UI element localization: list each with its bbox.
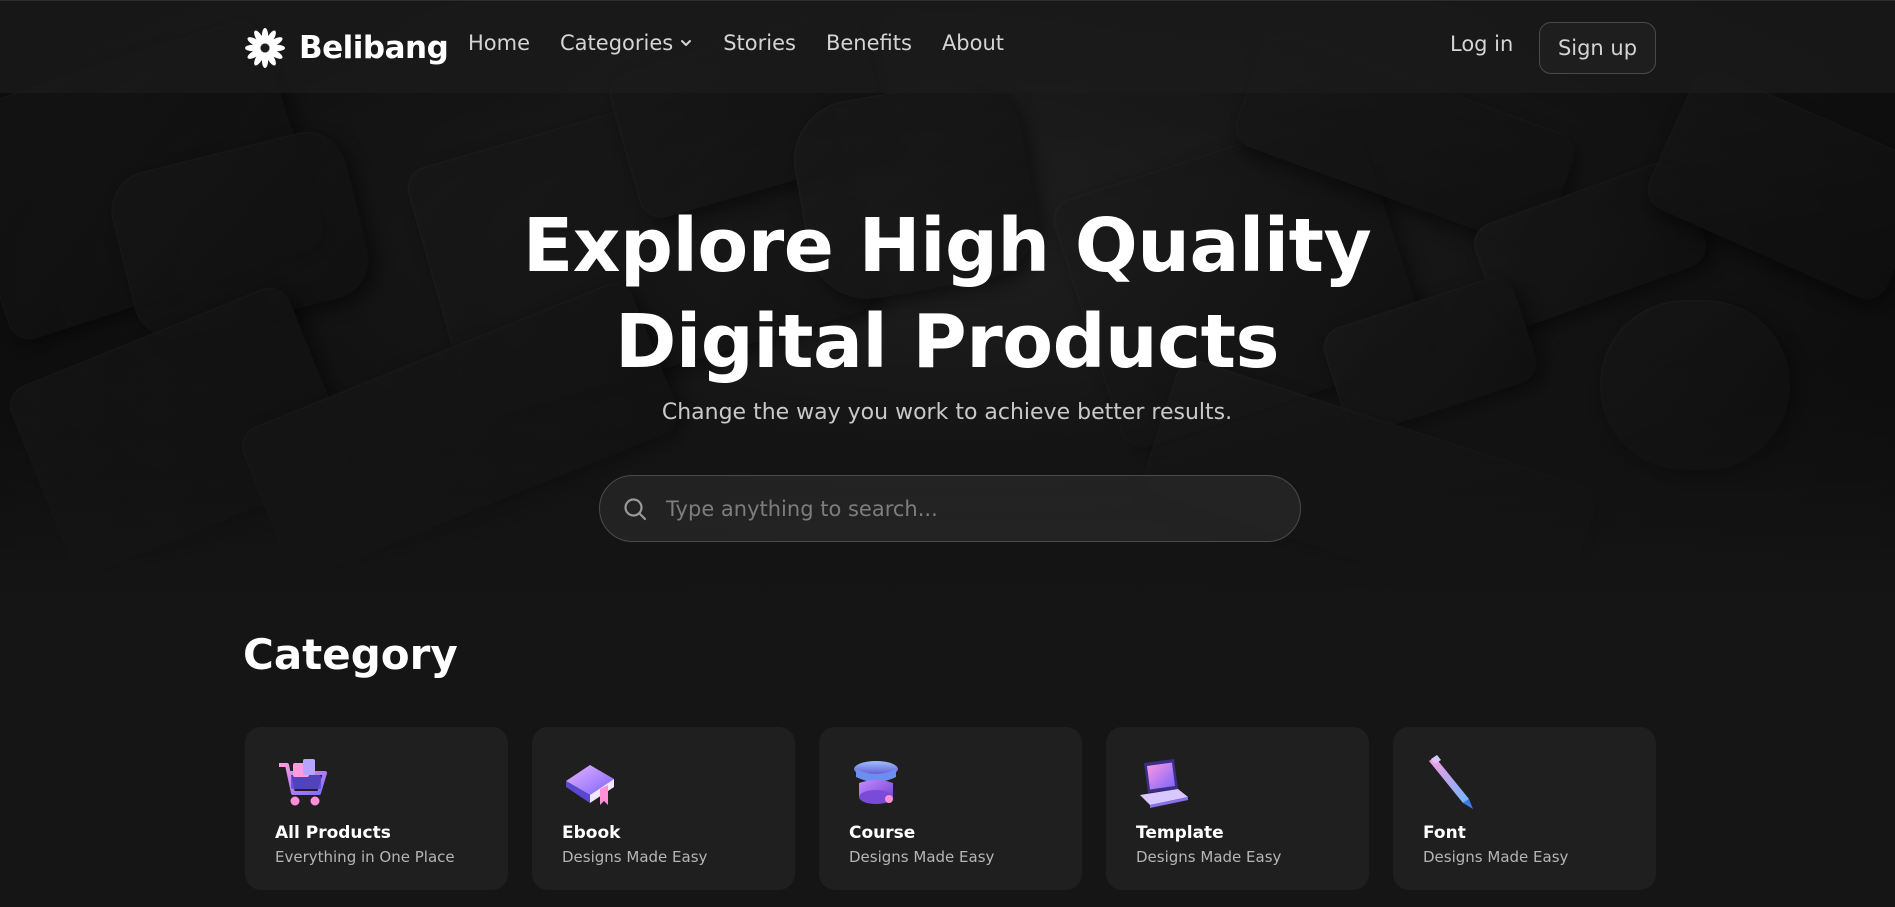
category-title: Category xyxy=(243,630,458,679)
hero-title-line2: Digital Products xyxy=(614,299,1280,385)
nav-about[interactable]: About xyxy=(942,31,1004,55)
search-icon[interactable] xyxy=(622,496,649,523)
nav-categories-label: Categories xyxy=(560,31,674,55)
category-card-name: All Products xyxy=(275,823,391,843)
brand-logo[interactable]: Belibang xyxy=(243,25,449,71)
category-card-all-products[interactable]: All Products Everything in One Place xyxy=(245,727,508,890)
brand-name: Belibang xyxy=(299,30,449,66)
laptop-icon xyxy=(1140,759,1188,808)
category-card-desc: Designs Made Easy xyxy=(849,848,995,866)
category-card-template[interactable]: Template Designs Made Easy xyxy=(1106,727,1369,890)
nav-categories[interactable]: Categories xyxy=(560,31,693,55)
hero-title: Explore High Quality Digital Products xyxy=(447,198,1447,390)
graduation-cap-icon xyxy=(854,761,898,804)
category-card-name: Ebook xyxy=(562,823,621,843)
hero-title-line1: Explore High Quality xyxy=(522,203,1372,289)
category-card-ebook[interactable]: Ebook Designs Made Easy xyxy=(532,727,795,890)
shopping-cart-icon xyxy=(279,759,327,806)
category-card-desc: Designs Made Easy xyxy=(1136,848,1282,866)
navbar: Belibang Home Categories Stories Benefit… xyxy=(0,0,1895,93)
category-cards: All Products Everything in One Place Ebo… xyxy=(245,727,1656,890)
nav-home[interactable]: Home xyxy=(468,31,530,55)
hero-subtitle: Change the way you work to achieve bette… xyxy=(661,400,1233,425)
category-card-desc: Everything in One Place xyxy=(275,848,455,866)
nav-benefits[interactable]: Benefits xyxy=(826,31,912,55)
chevron-down-icon xyxy=(681,40,692,46)
nav-stories[interactable]: Stories xyxy=(723,31,796,55)
category-card-desc: Designs Made Easy xyxy=(562,848,708,866)
nav-menu: Home Categories Stories Benefits About xyxy=(468,31,1004,55)
search-input[interactable] xyxy=(666,476,1276,541)
category-card-name: Course xyxy=(849,823,916,843)
search-bar xyxy=(599,475,1301,542)
book-icon xyxy=(566,765,614,805)
signup-button[interactable]: Sign up xyxy=(1539,22,1656,74)
flower-logo-icon xyxy=(245,28,285,68)
category-card-name: Font xyxy=(1423,823,1466,843)
pen-icon xyxy=(1429,755,1473,809)
category-card-course[interactable]: Course Designs Made Easy xyxy=(819,727,1082,890)
login-link[interactable]: Log in xyxy=(1450,32,1513,56)
category-card-font[interactable]: Font Designs Made Easy xyxy=(1393,727,1656,890)
page: Belibang Home Categories Stories Benefit… xyxy=(0,0,1895,907)
category-card-name: Template xyxy=(1136,823,1224,843)
category-card-desc: Designs Made Easy xyxy=(1423,848,1569,866)
